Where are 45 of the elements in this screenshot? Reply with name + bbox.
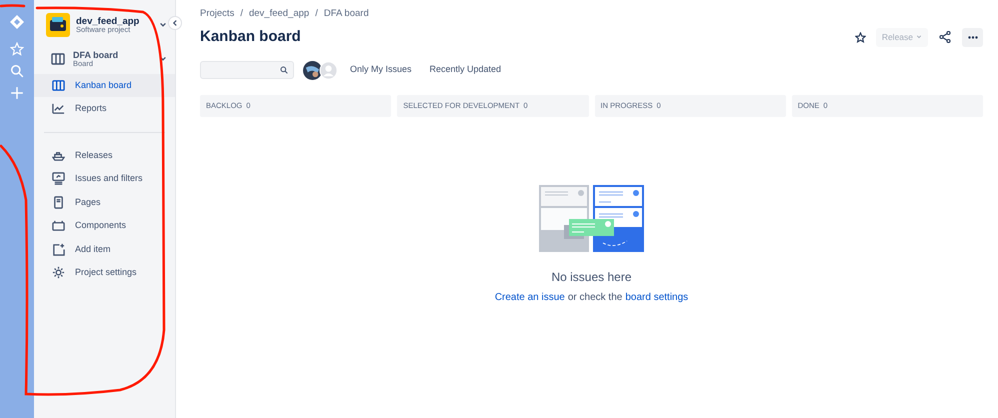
page-title: Kanban board <box>200 26 302 47</box>
share-icon[interactable] <box>939 31 951 43</box>
wallet-avatar-icon <box>46 13 70 37</box>
search-field[interactable] <box>200 61 294 79</box>
breadcrumb-link[interactable]: dev_feed_app <box>248 6 310 22</box>
breadcrumb-link[interactable]: DFA board <box>324 6 369 22</box>
breadcrumb-link[interactable]: Projects <box>200 6 234 22</box>
filter-button[interactable]: Recently Updated <box>430 63 502 77</box>
chevron-down-icon[interactable] <box>159 21 167 29</box>
star-icon[interactable] <box>854 32 866 42</box>
sidebar-item[interactable]: Project settings <box>34 261 175 284</box>
default-avatar-icon[interactable] <box>319 60 338 80</box>
sidebar-item[interactable]: Releases <box>34 144 175 167</box>
more-icon <box>968 36 978 38</box>
chevron-down-icon[interactable] <box>159 55 167 64</box>
component-icon <box>52 219 65 232</box>
gear-icon <box>52 266 65 280</box>
document-icon <box>52 196 65 209</box>
sidebar-item[interactable]: Pages <box>34 190 175 214</box>
board-icon <box>51 53 65 66</box>
chevron-left-icon <box>172 20 178 26</box>
text-link[interactable]: Create an issue <box>494 290 565 305</box>
collapse-button[interactable] <box>168 16 182 30</box>
sidebar-item[interactable]: Components <box>34 214 175 238</box>
text-link[interactable]: board settings <box>625 290 688 305</box>
sidebar-item[interactable]: Reports <box>34 97 175 120</box>
empty-state-message: or check the <box>568 291 622 305</box>
empty-state-title: No issues here <box>551 269 632 286</box>
line-chart-icon <box>52 102 65 116</box>
annotation-stroke <box>0 4 26 8</box>
avatar-icon[interactable] <box>303 60 322 80</box>
board-name: DFA board <box>73 51 120 60</box>
more-button[interactable] <box>962 28 983 46</box>
breadcrumb-separator: / <box>240 6 243 21</box>
breadcrumb-separator: / <box>315 6 318 21</box>
chevron-down-icon <box>916 34 922 40</box>
sidebar-item[interactable]: Add item <box>34 238 175 261</box>
sidebar-item[interactable]: Kanban board <box>34 74 175 97</box>
add-item-icon <box>52 242 65 256</box>
project-name: dev_feed_app <box>76 16 140 26</box>
columns-icon <box>52 78 65 92</box>
search-icon <box>280 66 288 74</box>
monitor-icon <box>52 172 65 186</box>
filter-button[interactable]: Only My Issues <box>350 63 412 77</box>
sidebar-item[interactable]: Issues and filters <box>34 167 175 190</box>
